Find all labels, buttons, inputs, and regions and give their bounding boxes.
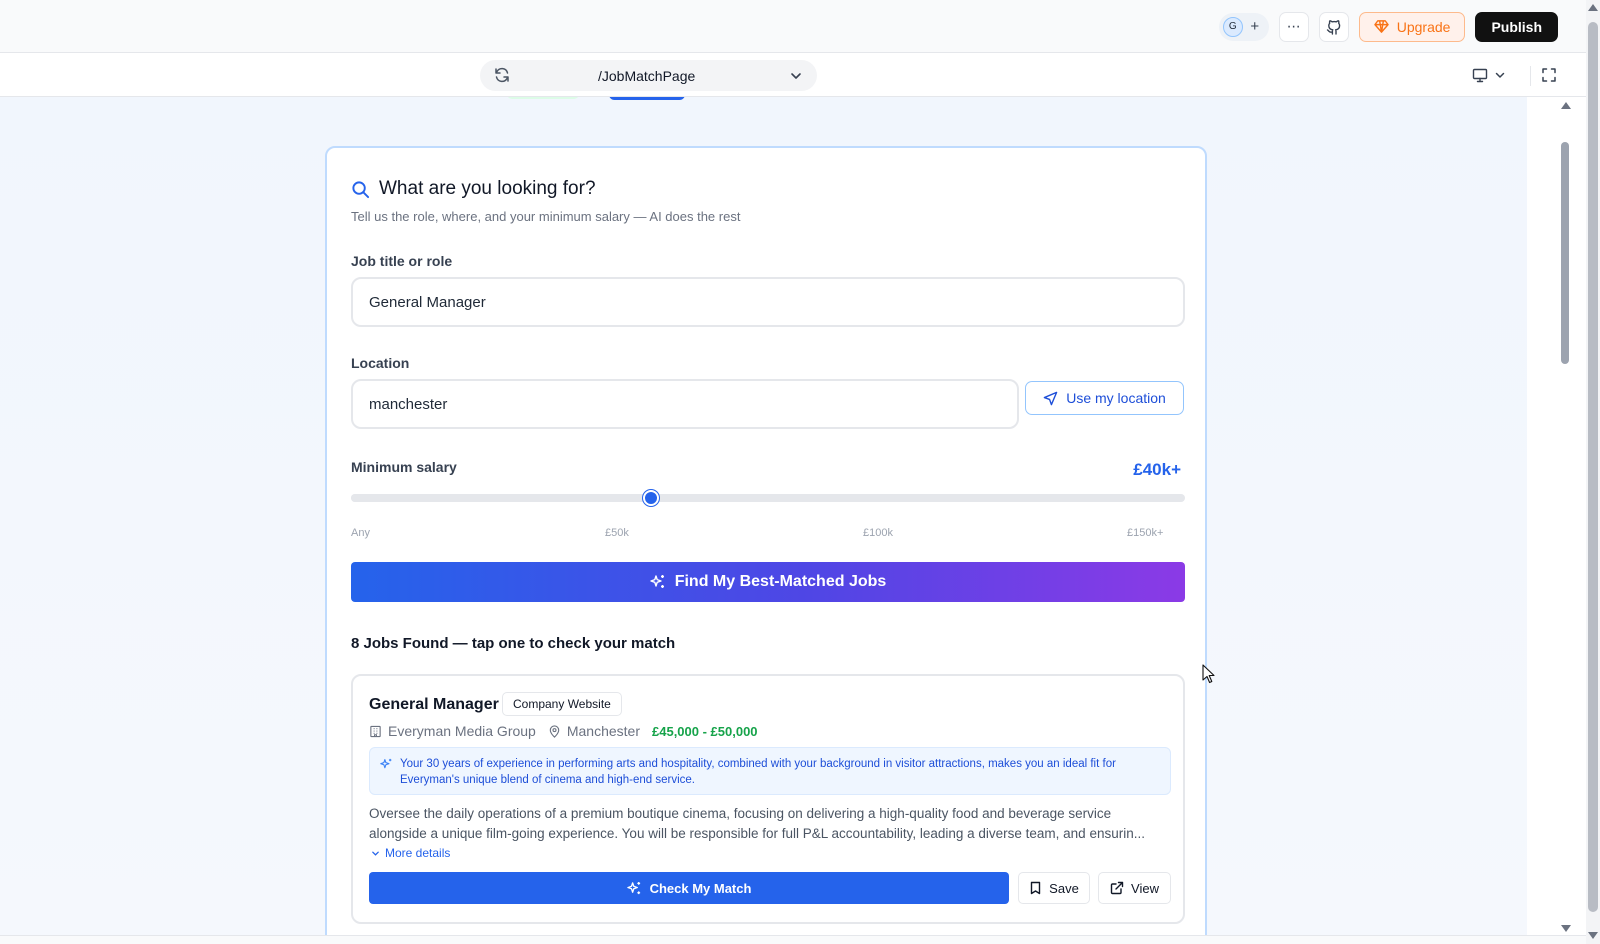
app-preview: What are you looking for? Tell us the ro… <box>0 97 1527 935</box>
sparkles-icon <box>380 758 392 769</box>
top-bar-actions: G + ⋯ Upgrade Publish <box>1218 11 1558 42</box>
more-details-label: More details <box>385 846 451 860</box>
scrollbar-thumb[interactable] <box>1588 22 1598 912</box>
job-title-label: Job title or role <box>351 253 453 269</box>
navigation-icon <box>1043 391 1058 405</box>
more-options-button[interactable]: ⋯ <box>1278 11 1309 42</box>
more-icon: ⋯ <box>1286 18 1301 34</box>
bookmark-icon <box>1030 881 1041 895</box>
use-my-location-button[interactable]: Use my location <box>1025 381 1184 415</box>
gem-icon <box>1373 20 1389 33</box>
salary-tick: £100k <box>863 527 893 539</box>
preview-scrollbar[interactable] <box>1558 97 1572 935</box>
salary-label: Minimum salary <box>351 459 457 475</box>
desktop-icon <box>1472 68 1488 83</box>
find-jobs-button[interactable]: Find My Best-Matched Jobs <box>351 562 1185 602</box>
more-details-link[interactable]: More details <box>371 846 450 860</box>
find-jobs-label: Find My Best-Matched Jobs <box>674 573 887 590</box>
divider <box>1530 66 1531 86</box>
window-scrollbar[interactable] <box>1586 0 1600 944</box>
chevron-down-icon <box>791 73 801 79</box>
github-button[interactable] <box>1318 11 1349 42</box>
external-link-icon <box>1110 881 1124 895</box>
chevron-down-icon <box>1495 72 1505 78</box>
job-search-card: What are you looking for? Tell us the ro… <box>325 146 1207 935</box>
bottom-edge <box>0 935 1586 944</box>
use-my-location-label: Use my location <box>1066 390 1166 406</box>
ai-reason-text: Your 30 years of experience in performin… <box>400 758 1116 786</box>
view-job-button[interactable]: View <box>1098 872 1171 904</box>
job-title-input[interactable] <box>351 277 1185 327</box>
scroll-down-icon[interactable] <box>1588 932 1598 939</box>
add-collaborator-icon[interactable]: + <box>1245 17 1265 37</box>
sparkles-icon <box>650 575 664 588</box>
source-badge: Company Website <box>502 692 622 716</box>
check-my-match-button[interactable]: Check My Match <box>369 872 1009 904</box>
salary-range: £45,000 - £50,000 <box>652 723 758 739</box>
jobs-found-heading: 8 Jobs Found — tap one to check your mat… <box>351 635 676 652</box>
company-name: Everyman Media Group <box>388 723 536 739</box>
location-label: Location <box>351 355 410 371</box>
scroll-up-icon[interactable] <box>1561 102 1571 109</box>
check-my-match-label: Check My Match <box>649 880 752 896</box>
salary-value: £40k+ <box>1133 460 1181 479</box>
save-job-button[interactable]: Save <box>1018 872 1090 904</box>
top-bar: G + ⋯ Upgrade Publish <box>0 0 1600 53</box>
route-selector[interactable]: /JobMatchPage <box>480 60 817 91</box>
scroll-up-icon[interactable] <box>1588 4 1598 11</box>
scrollbar-thumb[interactable] <box>1561 142 1569 364</box>
chevron-down-icon <box>372 851 379 856</box>
device-selector[interactable] <box>1472 67 1506 83</box>
job-title: General Manager <box>369 696 499 713</box>
salary-tick: £150k+ <box>1127 527 1164 539</box>
upgrade-label: Upgrade <box>1396 18 1451 35</box>
search-icon <box>352 180 370 198</box>
scroll-down-icon[interactable] <box>1561 925 1571 932</box>
fullscreen-icon[interactable] <box>1541 67 1557 83</box>
location-input[interactable] <box>351 379 1019 429</box>
mouse-cursor-icon <box>1202 664 1215 684</box>
avatar[interactable]: G <box>1222 16 1243 37</box>
card-subtitle: Tell us the role, where, and your minimu… <box>351 209 741 224</box>
salary-slider-thumb[interactable] <box>643 490 660 506</box>
collaborators[interactable]: G + <box>1218 12 1269 41</box>
salary-tick: Any <box>351 527 370 539</box>
salary-slider[interactable] <box>351 490 1185 506</box>
card-header: What are you looking for? <box>351 178 596 200</box>
route-path: /JobMatchPage <box>598 68 696 84</box>
salary-tick: £50k <box>605 527 629 539</box>
ai-match-reason: Your 30 years of experience in performin… <box>369 747 1171 795</box>
salary-slider-fill <box>351 494 652 502</box>
job-description: Oversee the daily operations of a premiu… <box>369 806 1145 841</box>
job-location: Manchester <box>566 723 640 739</box>
github-icon <box>1326 19 1341 35</box>
step-indicator <box>507 97 579 99</box>
card-title: What are you looking for? <box>379 178 596 199</box>
view-label: View <box>1131 880 1159 896</box>
save-label: Save <box>1049 880 1079 896</box>
map-pin-icon <box>549 724 560 738</box>
job-result-card[interactable]: General Manager Company Website Everyman… <box>351 674 1185 924</box>
preview-url-bar: /JobMatchPage <box>0 54 1600 97</box>
building-icon <box>370 725 381 737</box>
job-meta: Everyman Media Group Manchester £45,000 … <box>369 723 758 739</box>
step-indicator-active <box>609 97 685 100</box>
upgrade-button[interactable]: Upgrade <box>1358 11 1466 42</box>
refresh-icon[interactable] <box>494 67 510 83</box>
sparkles-icon <box>626 881 640 894</box>
publish-button[interactable]: Publish <box>1475 11 1558 42</box>
